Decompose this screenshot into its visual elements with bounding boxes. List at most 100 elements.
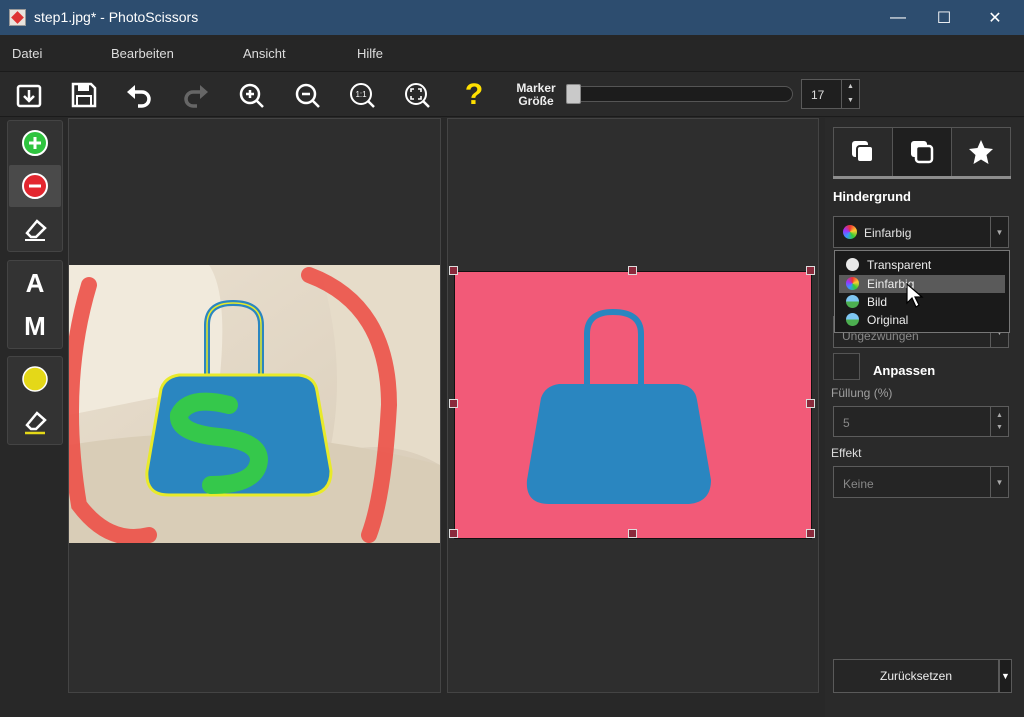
- marker-size-slider-thumb[interactable]: [566, 84, 581, 104]
- chevron-down-icon[interactable]: ▼: [990, 217, 1008, 247]
- toolbar: 1:1 ? Marker Größe: [0, 71, 1024, 117]
- mouse-cursor-icon: [906, 283, 924, 308]
- fit-label: Anpassen: [873, 363, 936, 378]
- background-type-select[interactable]: Einfarbig ▼: [833, 216, 1009, 248]
- result-canvas[interactable]: [447, 118, 819, 693]
- background-section-title: Hindergrund: [833, 189, 911, 204]
- zoom-fit-button[interactable]: [400, 78, 434, 112]
- marker-size-value[interactable]: 17: [811, 88, 824, 102]
- marker-size-label: Marker Größe: [507, 82, 565, 108]
- crop-handle-right[interactable]: [806, 399, 815, 408]
- zoom-out-icon: [295, 83, 320, 108]
- marker-tools-group: [7, 120, 63, 252]
- background-type-value: Einfarbig: [864, 226, 912, 240]
- stepper-arrows[interactable]: ▲ ▼: [841, 80, 859, 108]
- source-canvas[interactable]: [68, 118, 441, 693]
- undo-button[interactable]: [122, 78, 156, 112]
- menu-ansicht[interactable]: Ansicht: [243, 46, 286, 61]
- redo-icon: [184, 85, 208, 108]
- app-logo-icon: [9, 9, 26, 26]
- marker-size-stepper[interactable]: 17 ▲ ▼: [801, 79, 860, 109]
- zoom-actual-icon: 1:1: [350, 83, 375, 108]
- outline-eraser-tool[interactable]: [9, 401, 61, 443]
- save-icon: [71, 82, 97, 108]
- crop-handle-left[interactable]: [449, 399, 458, 408]
- marker-size-slider[interactable]: [571, 86, 793, 102]
- open-icon: [16, 84, 42, 108]
- crop-handle-top-right[interactable]: [806, 266, 815, 275]
- zoom-actual-text: 1:1: [355, 90, 367, 99]
- tab-indicator: [833, 176, 1011, 179]
- zoom-in-button[interactable]: [234, 78, 268, 112]
- redo-button[interactable]: [179, 78, 213, 112]
- text-tools-group: A M: [7, 260, 63, 349]
- result-background: [454, 271, 812, 539]
- crop-handle-top-left[interactable]: [449, 266, 458, 275]
- manual-mode-tool[interactable]: M: [9, 305, 61, 347]
- white-circle-icon: [846, 258, 859, 271]
- eraser-tool[interactable]: [9, 208, 61, 250]
- outline-marker-tool[interactable]: [9, 358, 61, 400]
- close-button[interactable]: ✕: [972, 0, 1018, 35]
- eraser-icon: [25, 219, 47, 241]
- undo-icon: [127, 85, 151, 108]
- option-label: Bild: [867, 295, 888, 309]
- auto-mode-tool[interactable]: A: [9, 262, 61, 304]
- zoom-actual-button[interactable]: 1:1: [345, 78, 379, 112]
- zoom-out-button[interactable]: [290, 78, 324, 112]
- fit-checkbox[interactable]: [833, 353, 860, 380]
- menu-datei[interactable]: Datei: [12, 46, 42, 61]
- crop-handle-bottom-left[interactable]: [449, 529, 458, 538]
- panel-tabs: [833, 127, 1011, 177]
- tab-foreground[interactable]: [893, 128, 952, 176]
- menu-hilfe[interactable]: Hilfe: [357, 46, 383, 61]
- star-icon: [969, 140, 993, 164]
- option-transparent[interactable]: Transparent: [839, 256, 1005, 274]
- layers-icon: [852, 141, 874, 163]
- menu-bearbeiten[interactable]: Bearbeiten: [111, 46, 174, 61]
- letter-a: A: [25, 267, 45, 298]
- option-original[interactable]: Original: [839, 311, 1005, 329]
- menu-bar: Datei Bearbeiten Ansicht Hilfe: [0, 35, 1024, 71]
- color-wheel-icon: [843, 225, 857, 239]
- color-tools-group: [7, 356, 63, 445]
- window-title: step1.jpg* - PhotoScissors: [34, 9, 199, 25]
- help-button[interactable]: ?: [457, 78, 491, 112]
- effect-value: Keine: [843, 477, 874, 491]
- background-marker-tool[interactable]: [9, 165, 61, 207]
- option-label: Original: [867, 313, 909, 327]
- minus-circle-icon: [22, 173, 48, 199]
- layers-outline-icon: [911, 141, 934, 164]
- fill-stepper-arrows[interactable]: ▲ ▼: [990, 407, 1008, 437]
- save-button[interactable]: [67, 78, 101, 112]
- original-image-icon: [846, 313, 859, 326]
- effect-label: Effekt: [831, 446, 862, 460]
- marker-label-line2: Größe: [518, 94, 554, 108]
- reset-button[interactable]: Zurücksetzen: [833, 659, 999, 693]
- foreground-marker-tool[interactable]: [9, 122, 61, 164]
- zoom-in-icon: [239, 83, 264, 108]
- crop-handle-top[interactable]: [628, 266, 637, 275]
- chevron-down-icon[interactable]: ▼: [990, 467, 1008, 497]
- letter-m: M: [24, 310, 46, 341]
- app-window: step1.jpg* - PhotoScissors — ☐ ✕ Datei B…: [0, 0, 1024, 717]
- option-label: Transparent: [867, 258, 932, 272]
- fill-label: Füllung (%): [831, 386, 893, 400]
- crop-handle-bottom[interactable]: [628, 529, 637, 538]
- crop-handle-bottom-right[interactable]: [806, 529, 815, 538]
- minimize-button[interactable]: —: [875, 0, 921, 35]
- image-icon: [846, 295, 859, 308]
- reset-dropdown-button[interactable]: ▼: [999, 659, 1012, 693]
- effect-select[interactable]: Keine ▼: [833, 466, 1009, 498]
- maximize-button[interactable]: ☐: [921, 0, 967, 35]
- plus-circle-icon: [22, 130, 48, 156]
- color-wheel-icon: [846, 277, 859, 290]
- open-button[interactable]: [12, 78, 46, 112]
- tab-background[interactable]: [834, 128, 893, 176]
- tab-effects[interactable]: [952, 128, 1010, 176]
- source-photo[interactable]: [69, 265, 440, 543]
- fill-stepper[interactable]: 5 ▲ ▼: [833, 406, 1009, 437]
- yellow-circle-icon: [22, 366, 48, 392]
- title-bar: step1.jpg* - PhotoScissors — ☐ ✕: [0, 0, 1024, 35]
- fill-value[interactable]: 5: [843, 416, 850, 430]
